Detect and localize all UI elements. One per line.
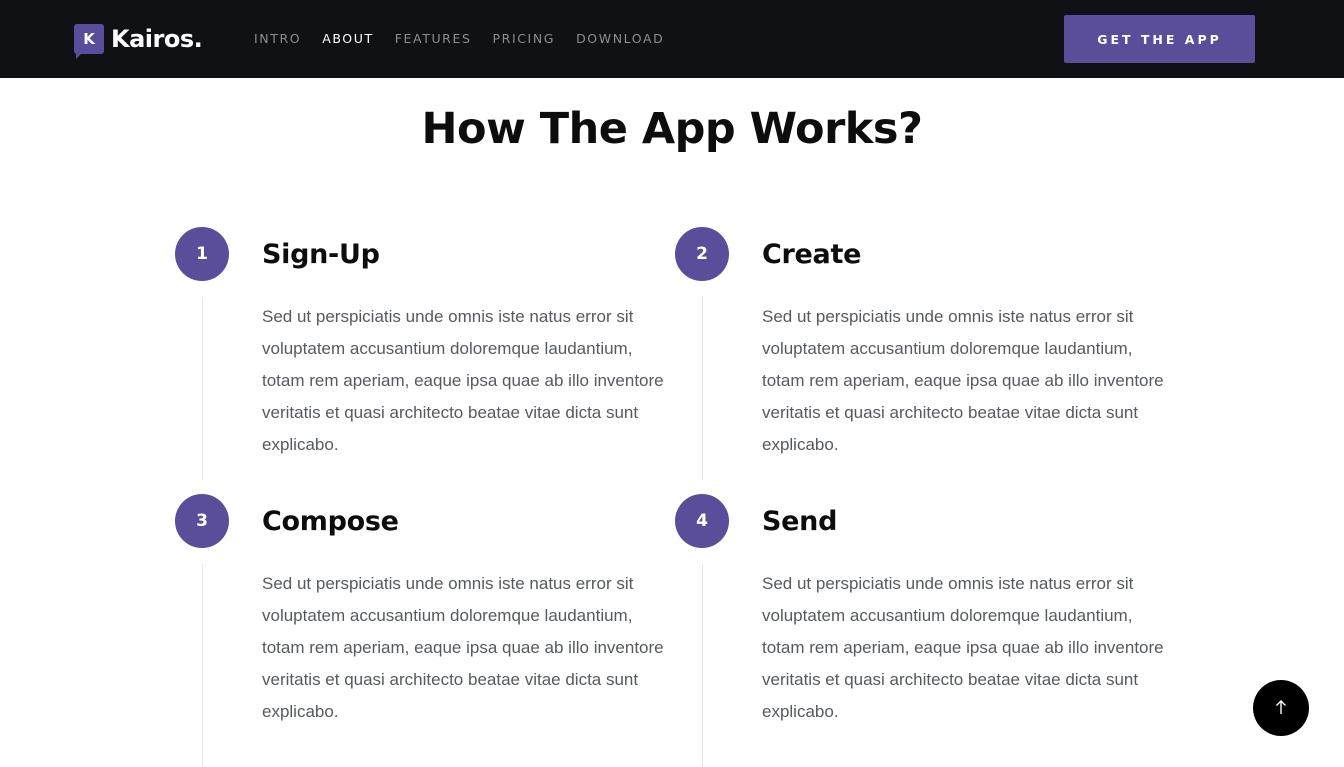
- step-number-badge: 1: [175, 227, 229, 281]
- nav-item-download[interactable]: DOWNLOAD: [576, 31, 664, 46]
- nav-item-features[interactable]: FEATURES: [395, 31, 472, 46]
- scroll-to-top-button[interactable]: [1253, 680, 1309, 736]
- section-title: How The App Works?: [421, 104, 923, 154]
- arrow-up-icon: [1274, 699, 1288, 718]
- nav-item-pricing[interactable]: PRICING: [493, 31, 556, 46]
- logo[interactable]: K Kairos.: [74, 22, 203, 59]
- step-title: Sign-Up: [262, 239, 380, 270]
- step-connector-line: [202, 297, 203, 480]
- step-connector-line: [702, 297, 703, 480]
- step-connector-line: [702, 564, 703, 767]
- logo-mark-icon: K: [74, 24, 104, 59]
- step-number-badge: 2: [675, 227, 729, 281]
- step-description: Sed ut perspiciatis unde omnis iste natu…: [262, 307, 664, 454]
- step-description: Sed ut perspiciatis unde omnis iste natu…: [762, 574, 1164, 721]
- step-title: Create: [762, 239, 862, 270]
- step-description: Sed ut perspiciatis unde omnis iste natu…: [262, 574, 664, 721]
- nav-item-about[interactable]: ABOUT: [322, 31, 374, 46]
- step-title: Send: [762, 506, 838, 537]
- step-connector-line: [202, 564, 203, 767]
- get-the-app-button[interactable]: GET THE APP: [1064, 15, 1255, 63]
- logo-text: Kairos.: [111, 25, 203, 53]
- step-description: Sed ut perspiciatis unde omnis iste natu…: [762, 307, 1164, 454]
- site-header: K Kairos. INTRO ABOUT FEATURES PRICING D…: [0, 0, 1344, 78]
- step-number-badge: 3: [175, 494, 229, 548]
- nav-item-intro[interactable]: INTRO: [254, 31, 301, 46]
- step-title: Compose: [262, 506, 399, 537]
- step-number-badge: 4: [675, 494, 729, 548]
- main-nav: INTRO ABOUT FEATURES PRICING DOWNLOAD: [254, 31, 685, 46]
